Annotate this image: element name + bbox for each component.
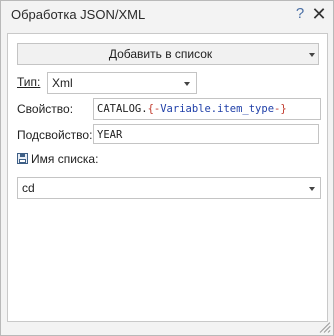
type-label: Тип: bbox=[17, 75, 41, 89]
title-bar[interactable]: Обработка JSON/XML ? ✕ bbox=[1, 1, 333, 29]
action-dropdown-value: Добавить в список bbox=[108, 47, 213, 61]
chevron-down-icon bbox=[184, 82, 190, 86]
property-label: Свойство: bbox=[17, 102, 74, 116]
property-prefix: CATALOG. bbox=[97, 103, 148, 115]
list-name-label: Имя списка: bbox=[31, 152, 99, 166]
type-dropdown-value: Xml bbox=[52, 76, 73, 90]
property-input[interactable]: CATALOG.{-Variable.item_type-} bbox=[93, 98, 321, 120]
list-name-dropdown[interactable]: cd bbox=[17, 177, 321, 199]
help-icon[interactable]: ? bbox=[293, 5, 307, 23]
chevron-down-icon bbox=[309, 53, 315, 57]
settings-panel: Добавить в список Тип: Xml Свойство: CAT… bbox=[7, 33, 328, 322]
close-icon[interactable]: ✕ bbox=[311, 5, 327, 23]
variable-name: Variable.item_type bbox=[160, 103, 275, 115]
resize-grip-icon[interactable] bbox=[319, 321, 331, 333]
dialog-window: Обработка JSON/XML ? ✕ Добавить в список… bbox=[0, 0, 334, 336]
variable-brace-open: {- bbox=[147, 103, 161, 115]
window-title: Обработка JSON/XML bbox=[11, 7, 146, 22]
chevron-down-icon bbox=[309, 187, 315, 191]
list-name-value: cd bbox=[22, 181, 35, 195]
subproperty-input[interactable]: YEAR bbox=[93, 124, 319, 144]
subproperty-label: Подсвойство: bbox=[17, 128, 93, 142]
save-icon[interactable] bbox=[17, 153, 28, 164]
type-dropdown[interactable]: Xml bbox=[47, 72, 197, 94]
action-dropdown[interactable]: Добавить в список bbox=[17, 43, 319, 65]
variable-brace-close: -} bbox=[274, 103, 287, 115]
